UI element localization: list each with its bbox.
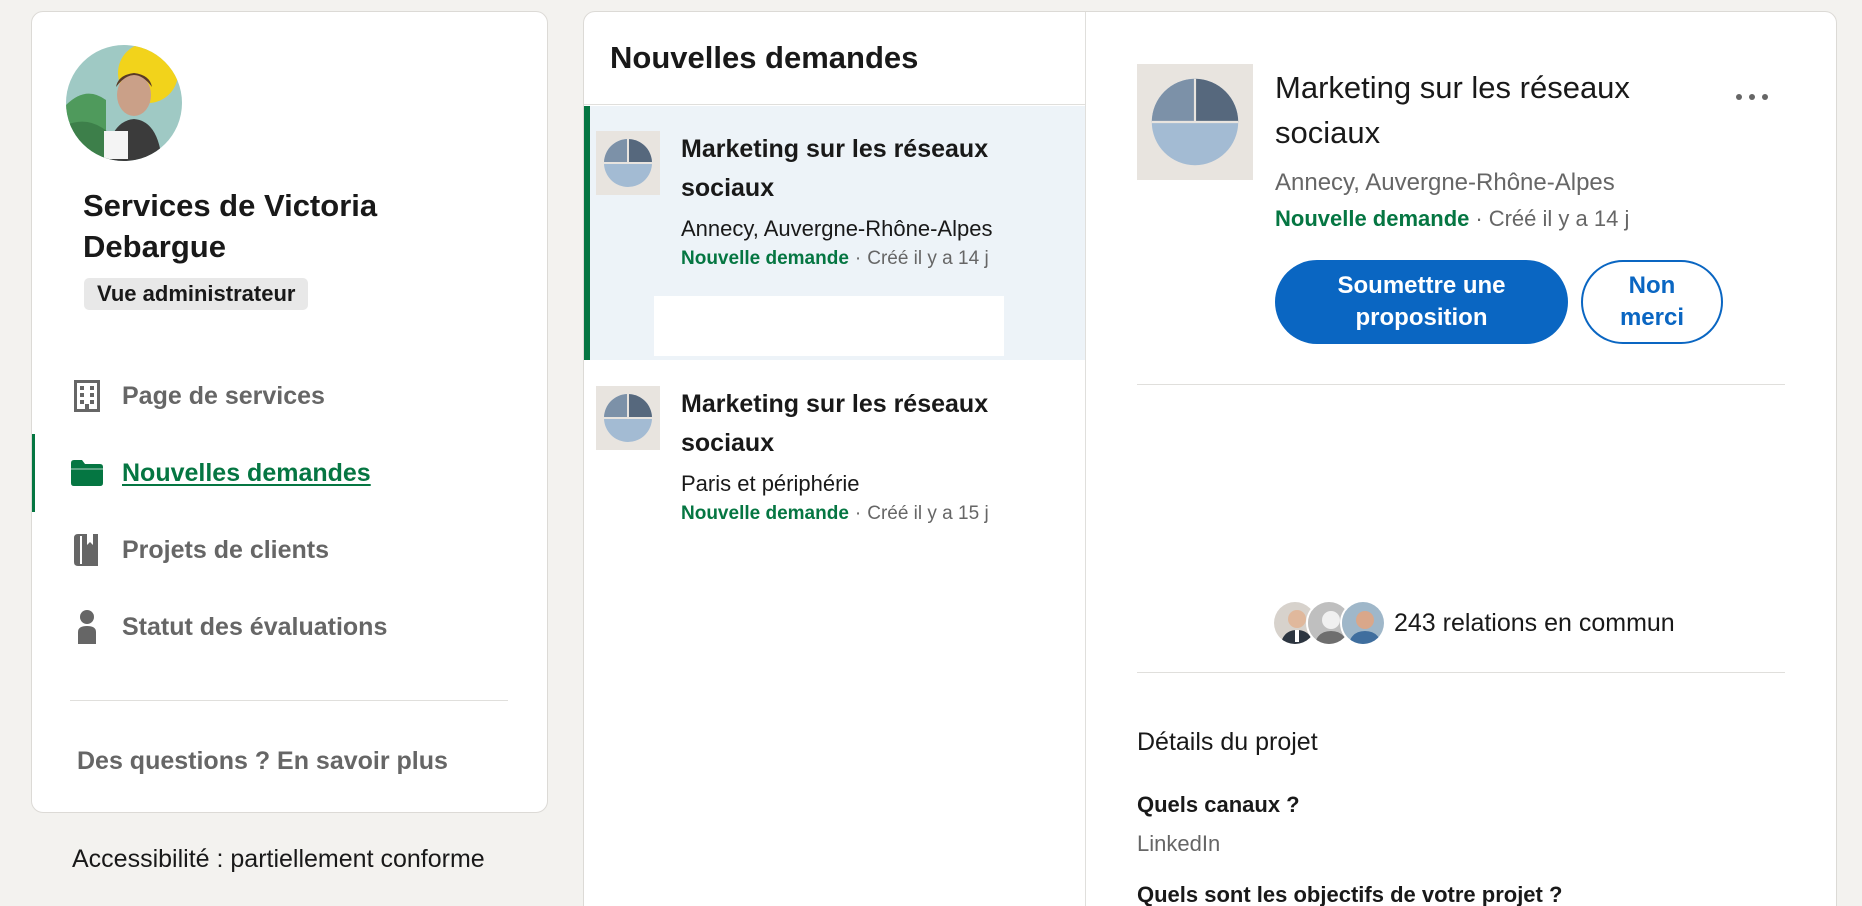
meta-separator: ·: [854, 503, 862, 524]
meta-separator: ·: [854, 248, 862, 269]
nav-label: Statut des évaluations: [122, 612, 388, 641]
provider-name: Services de Victoria Debargue: [83, 188, 378, 264]
folder-icon: [70, 456, 104, 490]
loading-placeholder: [654, 296, 1004, 356]
nav-item-new-requests[interactable]: Nouvelles demandes: [32, 434, 547, 512]
admin-view-badge: Vue administrateur: [84, 278, 309, 310]
nav-label: Page de services: [122, 381, 325, 410]
chart-icon: [596, 131, 660, 195]
request-location: Annecy, Auvergne-Rhône-Alpes: [681, 216, 993, 241]
more-dot: [1749, 94, 1755, 100]
building-icon: [70, 379, 104, 413]
request-title: Marketing sur les réseaux sociaux: [681, 390, 989, 457]
nav-item-client-projects[interactable]: Projets de clients: [32, 511, 547, 589]
status-new-label: Nouvelle demande: [681, 248, 849, 269]
requests-panel: Nouvelles demandes Marketing sur les rés…: [583, 11, 1837, 906]
detail-title: Marketing sur les réseaux sociaux: [1275, 70, 1630, 150]
request-meta: Nouvelle demande · Créé il y a 14 j: [681, 248, 989, 270]
list-item[interactable]: Marketing sur les réseaux sociaux Annecy…: [584, 106, 1085, 360]
requests-list: Nouvelles demandes Marketing sur les rés…: [584, 12, 1086, 906]
created-time: Créé il y a 15 j: [867, 503, 989, 524]
request-title: Marketing sur les réseaux sociaux: [681, 135, 989, 202]
help-learn-more-link[interactable]: Des questions ? En savoir plus: [77, 747, 448, 776]
list-item[interactable]: Marketing sur les réseaux sociaux Paris …: [584, 361, 1085, 561]
nav-item-services-page[interactable]: Page de services: [32, 357, 547, 435]
sidebar-divider: [70, 700, 508, 701]
detail-meta: Nouvelle demande · Créé il y a 14 j: [1275, 206, 1629, 232]
created-time: Créé il y a 14 j: [867, 248, 989, 269]
detail-divider: [1137, 384, 1785, 385]
chart-icon: [596, 386, 660, 450]
person-icon: [70, 610, 104, 644]
detail-location: Annecy, Auvergne-Rhône-Alpes: [1275, 169, 1615, 196]
request-meta: Nouvelle demande · Créé il y a 15 j: [681, 503, 989, 525]
nav-label: Projets de clients: [122, 535, 330, 564]
created-time: Créé il y a 14 j: [1488, 206, 1630, 231]
more-dot: [1736, 94, 1742, 100]
question-answer: LinkedIn: [1137, 831, 1221, 856]
question-label: Quels canaux ?: [1137, 792, 1300, 817]
submit-proposal-button[interactable]: Soumettre une proposition: [1275, 260, 1568, 344]
avatar: [1340, 600, 1386, 646]
status-new-label: Nouvelle demande: [1275, 206, 1470, 231]
status-new-label: Nouvelle demande: [681, 503, 849, 524]
question-label: Quels sont les objectifs de votre projet…: [1137, 882, 1563, 906]
list-title: Nouvelles demandes: [610, 40, 919, 75]
book-icon: [70, 533, 104, 567]
request-detail: Marketing sur les réseaux sociaux Annecy…: [1087, 12, 1836, 906]
project-details-heading: Détails du projet: [1137, 728, 1318, 756]
nav-item-review-status[interactable]: Statut des évaluations: [32, 588, 547, 666]
decline-button[interactable]: Non merci: [1581, 260, 1723, 344]
more-dot: [1762, 94, 1768, 100]
mutual-connections[interactable]: 243 relations en commun: [1272, 598, 1675, 648]
accessibility-link[interactable]: Accessibilité : partiellement conforme: [72, 845, 485, 874]
meta-separator: ·: [1475, 206, 1483, 231]
request-location: Paris et périphérie: [681, 471, 860, 496]
detail-divider: [1137, 672, 1785, 673]
provider-avatar[interactable]: [66, 45, 182, 161]
list-header: Nouvelles demandes: [584, 12, 1085, 105]
services-sidebar: Services de Victoria Debargue Vue admini…: [31, 11, 548, 813]
mutual-connections-count: 243 relations en commun: [1394, 608, 1675, 637]
more-options-button[interactable]: [1727, 82, 1777, 112]
nav-label: Nouvelles demandes: [122, 458, 371, 487]
chart-icon: [1137, 64, 1253, 180]
